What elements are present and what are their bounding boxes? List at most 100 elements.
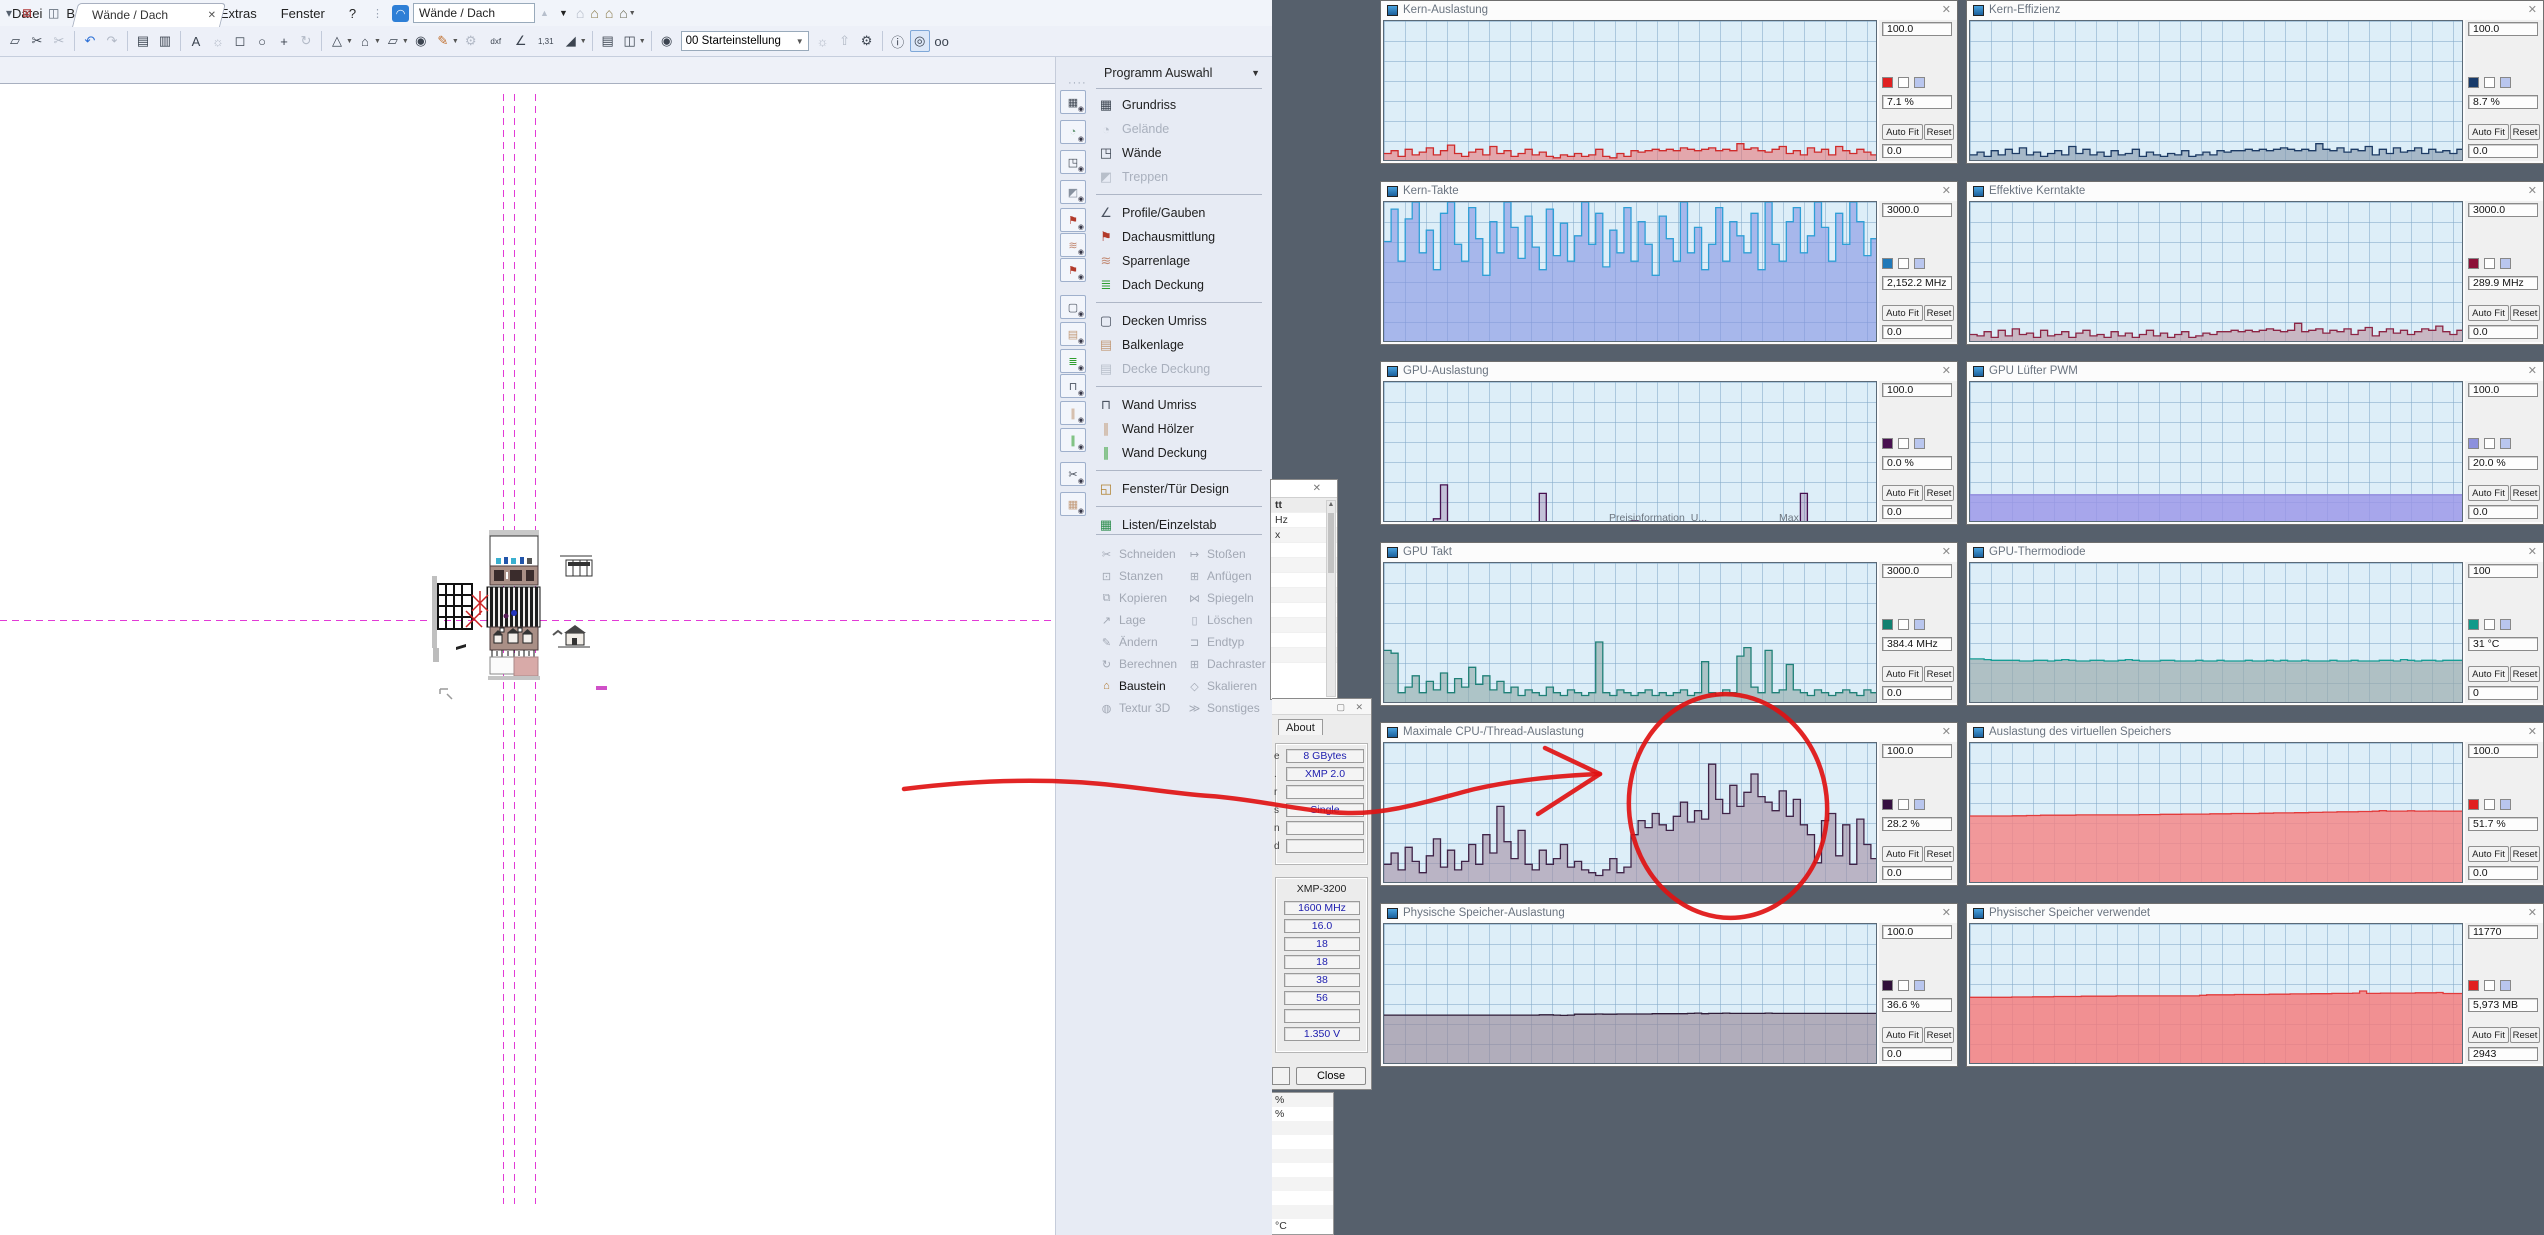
drawing-selector-combo[interactable]: Wände / Dach: [413, 3, 535, 23]
graph-color-swatch[interactable]: [2500, 980, 2511, 991]
panel-item-grundriss[interactable]: ▦Grundriss: [1096, 93, 1266, 117]
compass-icon[interactable]: △: [327, 30, 347, 52]
info-icon[interactable]: ⓘ: [888, 30, 908, 52]
panel-item-dach-deckung[interactable]: ≣Dach Deckung: [1096, 273, 1266, 297]
reset-button[interactable]: Reset: [1924, 666, 1954, 682]
eye-icon[interactable]: ◉: [411, 30, 431, 52]
graph-color-swatch[interactable]: [2468, 77, 2479, 88]
panel-item-profile-gauben[interactable]: ∠Profile/Gauben: [1096, 201, 1266, 225]
cpuz-maximize-icon[interactable]: ▢: [1336, 702, 1345, 713]
cpuz-close-icon[interactable]: ✕: [1355, 702, 1363, 713]
reset-button[interactable]: Reset: [2510, 1027, 2540, 1043]
panel-header-dropdown-icon[interactable]: ▼: [1251, 68, 1260, 78]
reset-button[interactable]: Reset: [1924, 305, 1954, 321]
storey-current-icon[interactable]: ⌂: [590, 5, 598, 21]
panel-item-wand-umriss[interactable]: ⊓Wand Umriss: [1096, 393, 1266, 417]
graph-close-icon[interactable]: ✕: [1942, 364, 1951, 377]
auto-fit-button[interactable]: Auto Fit: [1882, 1027, 1923, 1043]
graph-close-icon[interactable]: ✕: [1942, 184, 1951, 197]
graph-close-icon[interactable]: ✕: [2528, 364, 2537, 377]
visibility-dach-deckung-button[interactable]: ⚑◉: [1060, 258, 1086, 282]
print-icon[interactable]: ▤: [133, 30, 153, 52]
storey-split-icon-dropdown[interactable]: ▼: [639, 38, 646, 45]
house-select-icon[interactable]: ⌂: [355, 30, 375, 52]
graph-color-swatch[interactable]: [2484, 799, 2495, 810]
graph-color-swatch[interactable]: [1898, 980, 1909, 991]
export-settings-icon[interactable]: ⇧: [835, 30, 855, 52]
combo-up-icon[interactable]: ▲: [540, 8, 549, 18]
drawing-canvas[interactable]: [0, 84, 1055, 1235]
roof-slope-icon-dropdown[interactable]: ▼: [580, 38, 587, 45]
miniwin-close-icon[interactable]: ✕: [1313, 483, 1321, 494]
visibility-decke-deckung-button[interactable]: ≣◉: [1060, 349, 1086, 373]
storey-icon[interactable]: ▤: [598, 30, 618, 52]
reset-button[interactable]: Reset: [2510, 305, 2540, 321]
panel-item-dachausmittlung[interactable]: ⚑Dachausmittlung: [1096, 225, 1266, 249]
brush-icon[interactable]: ✎: [433, 30, 453, 52]
auto-fit-button[interactable]: Auto Fit: [2468, 124, 2509, 140]
auto-fit-button[interactable]: Auto Fit: [2468, 485, 2509, 501]
visibility-sparrenlage-button[interactable]: ≋◉: [1060, 233, 1086, 257]
visible-only-icon[interactable]: ◎: [910, 30, 930, 52]
graph-color-swatch[interactable]: [2468, 799, 2479, 810]
auto-fit-button[interactable]: Auto Fit: [1882, 305, 1923, 321]
auto-fit-button[interactable]: Auto Fit: [1882, 485, 1923, 501]
panel-item-wand-deckung[interactable]: ∥Wand Deckung: [1096, 441, 1266, 465]
open-icon[interactable]: ▱: [5, 30, 25, 52]
panel-item-w-nde[interactable]: ◳Wände: [1096, 141, 1266, 165]
compass-icon-dropdown[interactable]: ▼: [346, 38, 353, 45]
graph-color-swatch[interactable]: [2500, 438, 2511, 449]
graph-close-icon[interactable]: ✕: [2528, 545, 2537, 558]
auto-fit-button[interactable]: Auto Fit: [2468, 666, 2509, 682]
reset-button[interactable]: Reset: [2510, 666, 2540, 682]
graph-close-icon[interactable]: ✕: [1942, 725, 1951, 738]
visibility-grundriss-button[interactable]: ▦◉: [1060, 90, 1086, 114]
visibility-wand-umriss-button[interactable]: ⊓◉: [1060, 374, 1086, 398]
bulb-icon[interactable]: ☼: [208, 30, 228, 52]
panel-item-sparrenlage[interactable]: ≋Sparrenlage: [1096, 249, 1266, 273]
graph-close-icon[interactable]: ✕: [1942, 906, 1951, 919]
auto-fit-button[interactable]: Auto Fit: [1882, 666, 1923, 682]
split-view-icon[interactable]: ◫: [48, 6, 59, 20]
graph-color-swatch[interactable]: [2500, 258, 2511, 269]
reset-button[interactable]: Reset: [1924, 485, 1954, 501]
graph-color-swatch[interactable]: [1882, 77, 1893, 88]
view-settings-icon[interactable]: ◉: [657, 30, 677, 52]
graph-color-swatch[interactable]: [1898, 619, 1909, 630]
tab-close-icon[interactable]: ✕: [208, 10, 216, 21]
visibility-dachausmittlung-button[interactable]: ⚑◉: [1060, 208, 1086, 232]
cut-icon[interactable]: ✂: [27, 30, 47, 52]
graph-color-swatch[interactable]: [1882, 980, 1893, 991]
combo-down-icon[interactable]: ▼: [559, 8, 568, 18]
visibility-gelaende-button[interactable]: ◔◉: [1060, 120, 1086, 144]
zoom-icon[interactable]: ○: [252, 30, 272, 52]
redo-icon[interactable]: ↷: [102, 30, 122, 52]
storey-all-icon[interactable]: ⌂: [619, 5, 627, 21]
graph-color-swatch[interactable]: [2468, 619, 2479, 630]
visibility-bauteile-button[interactable]: ▦◉: [1060, 492, 1086, 516]
storey-below-icon[interactable]: ⌂: [576, 5, 584, 21]
panel-header[interactable]: Programm Auswahl ▼: [1086, 62, 1268, 84]
settings-icon[interactable]: ⚙: [857, 30, 877, 52]
cpuz-titlebar[interactable]: ▢ ✕: [1272, 699, 1371, 715]
roof-slope-icon[interactable]: ◢: [561, 30, 581, 52]
graph-color-swatch[interactable]: [1914, 619, 1925, 630]
tool-baustein[interactable]: ⌂Baustein: [1098, 676, 1182, 696]
graph-close-icon[interactable]: ✕: [1942, 3, 1951, 16]
graph-color-swatch[interactable]: [1882, 619, 1893, 630]
visibility-balkenlage-button[interactable]: ▤◉: [1060, 322, 1086, 346]
graph-color-swatch[interactable]: [1914, 77, 1925, 88]
graph-color-swatch[interactable]: [2484, 258, 2495, 269]
graph-close-icon[interactable]: ✕: [2528, 184, 2537, 197]
binoculars-icon[interactable]: oo: [932, 30, 952, 52]
menu-hilfe[interactable]: ?: [337, 0, 368, 26]
storey-dropdown-icon[interactable]: ▼: [629, 10, 636, 17]
graph-color-swatch[interactable]: [1898, 77, 1909, 88]
storey-split-icon[interactable]: ◫: [620, 30, 640, 52]
cpuz-close-button[interactable]: Close: [1296, 1067, 1366, 1085]
auto-fit-button[interactable]: Auto Fit: [1882, 846, 1923, 862]
graph-color-swatch[interactable]: [2500, 77, 2511, 88]
gear-icon[interactable]: ⚙: [461, 30, 481, 52]
graph-color-swatch[interactable]: [1898, 438, 1909, 449]
cpuz-partial-button[interactable]: [1272, 1067, 1290, 1085]
